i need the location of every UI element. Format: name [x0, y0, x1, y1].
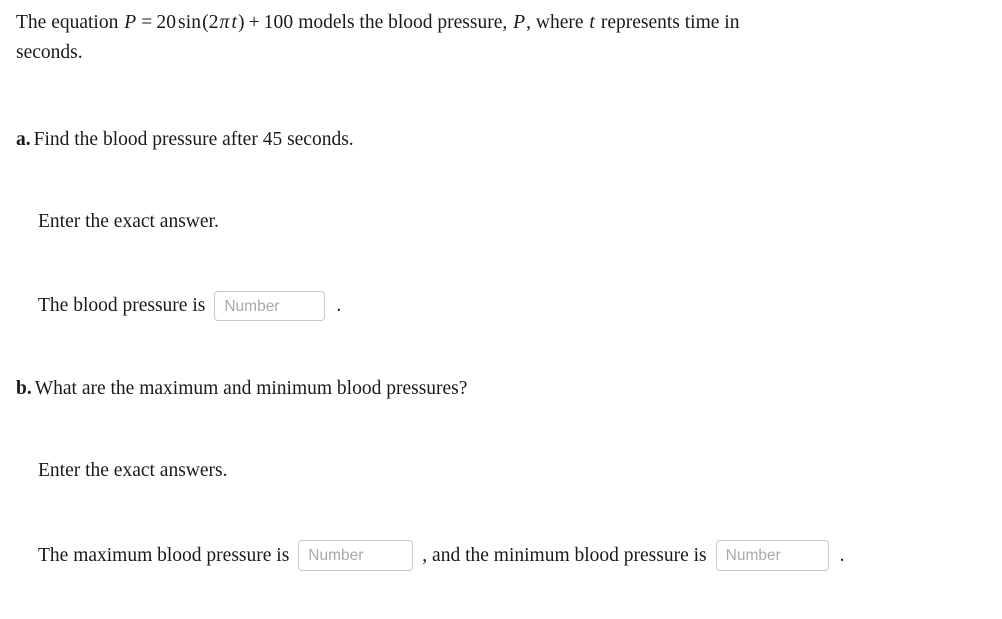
part-a-answer-period: .	[336, 295, 342, 316]
part-b-answer-period: .	[839, 544, 845, 566]
intro-last-line: seconds.	[16, 42, 83, 63]
equation-arg-variable: t	[231, 12, 237, 33]
part-a-question-text: Find the blood pressure after 45 seconds…	[33, 129, 354, 150]
maximum-blood-pressure-input[interactable]	[298, 540, 414, 571]
equation-amplitude: 20	[156, 12, 177, 33]
part-b-instruction: Enter the exact answers.	[38, 460, 228, 481]
part-b-answer-row: The maximum blood pressure is , and the …	[38, 540, 845, 571]
equation-lhs: P	[124, 12, 137, 33]
part-b-label: b.	[16, 378, 32, 399]
minimum-blood-pressure-input[interactable]	[715, 540, 829, 571]
blood-pressure-input[interactable]	[214, 291, 326, 321]
part-b-answer-middle: , and the minimum blood pressure is	[422, 544, 707, 566]
intro-comma: ,	[526, 12, 532, 33]
part-a-question: a. Find the blood pressure after 45 secon…	[16, 127, 354, 153]
equation-arg-coefficient: 2	[208, 12, 219, 33]
intro-text-after-equation: models the blood pressure,	[298, 12, 508, 33]
part-a-label: a.	[16, 129, 31, 150]
equation-pi-symbol: π	[219, 12, 230, 33]
intro-tail: represents time in	[600, 12, 740, 33]
intro-text-before-equation: The equation	[16, 12, 119, 33]
equation-vertical-shift: 100	[263, 12, 294, 33]
equation-sin-function: sin	[178, 12, 202, 33]
equation-close-paren: )	[237, 12, 245, 33]
problem-statement: The equation P = 20 sin(2π t) +100 models the…	[16, 8, 962, 68]
equation-open-paren: (	[202, 12, 209, 33]
pressure-variable: P	[513, 12, 526, 33]
intro-where: where	[535, 12, 584, 33]
time-variable: t	[589, 12, 595, 33]
part-a-answer-prefix: The blood pressure is	[38, 295, 206, 316]
part-b-question-text: What are the maximum and minimum blood p…	[34, 378, 468, 399]
part-a-answer-row: The blood pressure is .	[38, 291, 341, 321]
equation-inline-math: P = 20 sin(2π t) +100	[123, 12, 298, 33]
equation-plus: +	[248, 12, 260, 33]
part-b-answer-prefix: The maximum blood pressure is	[38, 544, 290, 566]
equation-equals: =	[141, 12, 153, 33]
worksheet-page: The equation P = 20 sin(2π t) +100 models the…	[0, 0, 1002, 619]
part-b-question: b. What are the maximum and minimum blood…	[16, 376, 467, 402]
part-a-instruction: Enter the exact answer.	[38, 211, 219, 232]
